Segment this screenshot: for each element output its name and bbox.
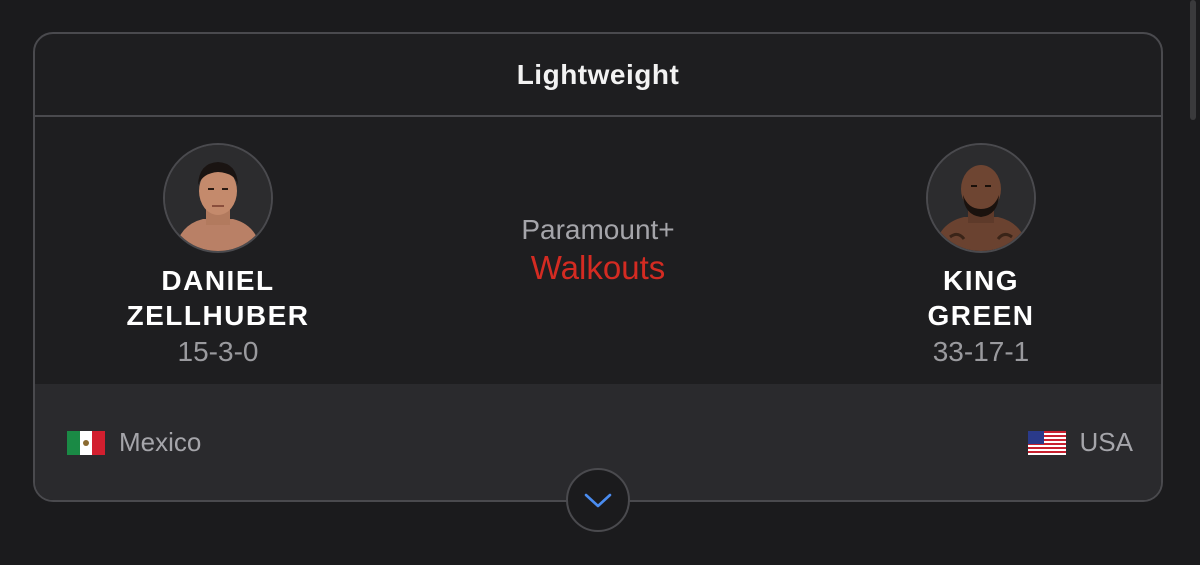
fighter-left-last-name: ZELLHUBER xyxy=(126,300,310,331)
chevron-down-icon xyxy=(584,493,612,508)
country-left-label: Mexico xyxy=(119,427,202,457)
fighter-right-last-name: GREEN xyxy=(927,300,1035,331)
weight-class-title: Lightweight xyxy=(516,58,680,90)
card-body: DANIEL ZELLHUBER 15-3-0 Paramount+ Walko… xyxy=(35,117,1161,391)
country-right: USA xyxy=(1027,427,1133,458)
fight-card[interactable]: Lightweight DANIEL ZELLHUBER 15-3-0 Para… xyxy=(33,32,1163,502)
expand-button[interactable] xyxy=(566,468,630,532)
fighter-right-first-name: KING xyxy=(943,265,1019,296)
avatar-green[interactable] xyxy=(926,143,1036,253)
fighter-left-record: 15-3-0 xyxy=(177,336,259,367)
usa-flag-icon xyxy=(1027,430,1066,455)
country-left: Mexico xyxy=(67,427,201,458)
scrollbar[interactable] xyxy=(1190,0,1196,120)
country-right-label: USA xyxy=(1079,427,1133,457)
card-header: Lightweight xyxy=(35,34,1161,117)
fighter-right-record: 33-17-1 xyxy=(932,336,1030,367)
mexico-flag-icon xyxy=(67,430,105,455)
fighter-right[interactable]: KING GREEN 33-17-1 xyxy=(871,143,1091,369)
